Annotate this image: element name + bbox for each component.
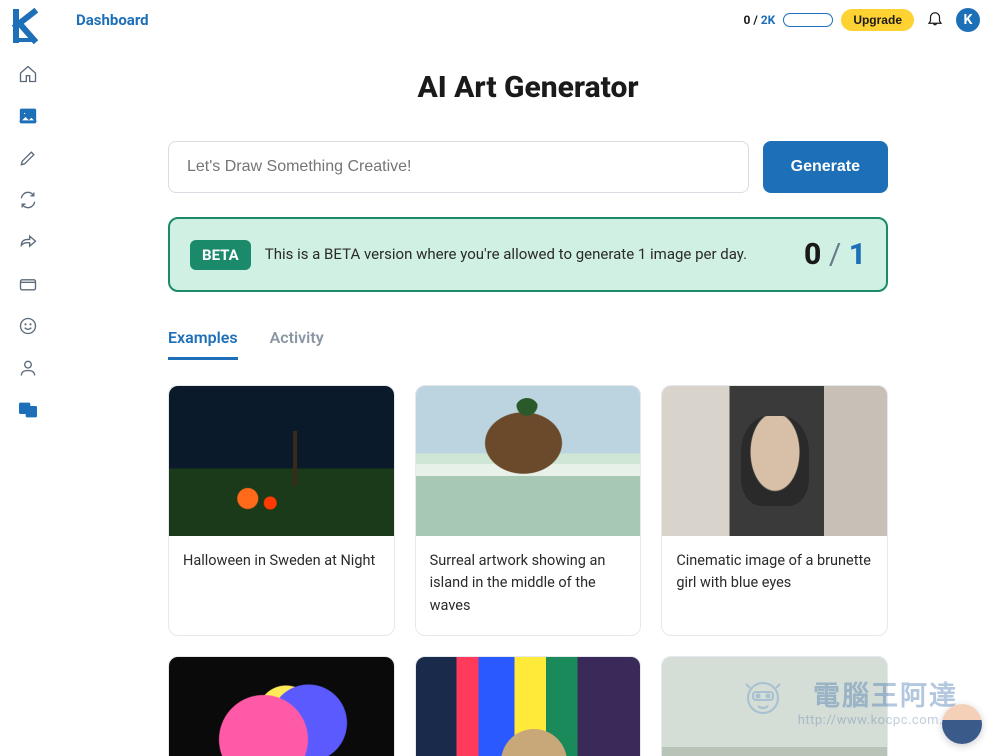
tab-examples[interactable]: Examples <box>168 328 238 360</box>
beta-notice: BETA This is a BETA version where you're… <box>168 217 888 292</box>
app-logo[interactable] <box>10 8 46 44</box>
share-arrow-icon[interactable] <box>16 230 40 254</box>
beta-text: This is a BETA version where you're allo… <box>265 243 790 266</box>
translate-icon[interactable]: A文 <box>16 398 40 422</box>
example-thumbnail <box>662 657 887 756</box>
tab-activity[interactable]: Activity <box>270 328 324 360</box>
header: Dashboard 0 / 2K Upgrade K <box>56 0 1000 40</box>
generate-button[interactable]: Generate <box>763 141 888 193</box>
image-icon[interactable] <box>16 104 40 128</box>
example-thumbnail <box>416 386 641 536</box>
page-title: AI Art Generator <box>168 70 888 105</box>
examples-grid: Halloween in Sweden at Night Surreal artw… <box>168 385 888 756</box>
user-icon[interactable] <box>16 356 40 380</box>
example-caption: Surreal artwork showing an island in the… <box>416 536 641 635</box>
wallet-icon[interactable] <box>16 272 40 296</box>
sidebar: A文 <box>0 0 56 756</box>
notifications-icon[interactable] <box>926 9 944 31</box>
example-card[interactable] <box>661 656 888 756</box>
example-card[interactable]: Cinematic image of a brunette girl with … <box>661 385 888 636</box>
beta-count: 0 / 1 <box>804 237 866 272</box>
chat-widget-icon[interactable] <box>942 704 982 744</box>
example-caption: Halloween in Sweden at Night <box>169 536 394 590</box>
prompt-row: Generate <box>168 141 888 193</box>
svg-text:文: 文 <box>30 408 36 416</box>
example-card[interactable]: Halloween in Sweden at Night <box>168 385 395 636</box>
example-thumbnail <box>169 657 394 756</box>
user-avatar[interactable]: K <box>956 8 980 32</box>
beta-badge: BETA <box>190 240 251 270</box>
example-thumbnail <box>662 386 887 536</box>
example-thumbnail <box>169 386 394 536</box>
credits-progress <box>783 13 833 27</box>
svg-text:A: A <box>22 405 27 413</box>
example-card[interactable] <box>168 656 395 756</box>
tabs: Examples Activity <box>168 328 888 361</box>
upgrade-button[interactable]: Upgrade <box>841 9 914 31</box>
main-content: AI Art Generator Generate BETA This is a… <box>56 40 1000 756</box>
refresh-icon[interactable] <box>16 188 40 212</box>
example-thumbnail <box>416 657 641 756</box>
prompt-input[interactable] <box>168 141 749 193</box>
example-caption: Cinematic image of a brunette girl with … <box>662 536 887 613</box>
example-card[interactable]: Surreal artwork showing an island in the… <box>415 385 642 636</box>
home-icon[interactable] <box>16 62 40 86</box>
example-card[interactable] <box>415 656 642 756</box>
credits-counter: 0 / 2K <box>743 13 775 27</box>
smile-icon[interactable] <box>16 314 40 338</box>
pencil-icon[interactable] <box>16 146 40 170</box>
page-breadcrumb[interactable]: Dashboard <box>76 11 149 29</box>
